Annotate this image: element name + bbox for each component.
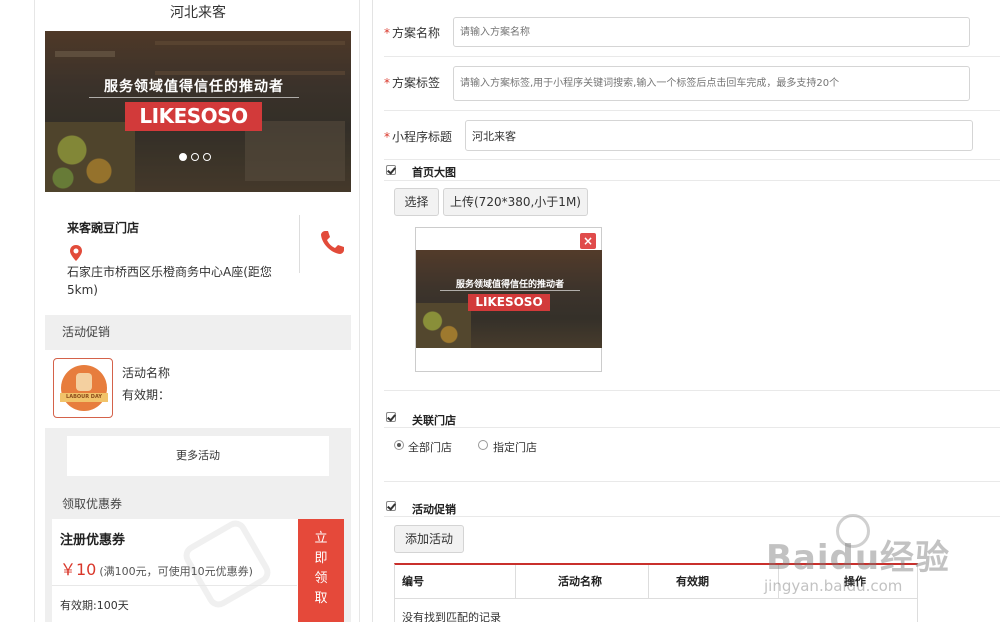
- preview-panel: 河北来客 服务领域值得信任的推动者 LIKESOSO 来客豌豆门店 石家庄市桥西…: [0, 0, 372, 622]
- activity-promo-label: 活动促销: [412, 503, 456, 516]
- promotion-name: 活动名称: [122, 366, 171, 380]
- linked-stores-checkbox[interactable]: [386, 412, 396, 422]
- add-activity-button[interactable]: 添加活动: [394, 525, 464, 553]
- location-pin-icon: [70, 245, 82, 261]
- promotions-header: 活动促销: [45, 315, 351, 350]
- column-header-id[interactable]: 编号: [402, 565, 424, 599]
- banner-slogan: 服务领域值得信任的推动者: [89, 78, 299, 98]
- column-header-validity[interactable]: 有效期: [676, 565, 709, 599]
- labour-day-image: LABOUR DAY: [53, 358, 113, 418]
- remove-image-icon[interactable]: ×: [580, 233, 596, 249]
- table-empty-message: 没有找到匹配的记录: [402, 611, 501, 622]
- carousel-dot[interactable]: [179, 153, 187, 161]
- coupon-validity: 有效期:100天: [60, 599, 129, 612]
- preview-slogan: 服务领域值得信任的推动者: [440, 277, 580, 291]
- coupon-card: 注册优惠券 ￥10 (满100元，可使用10元优惠券) 有效期:100天 立 即 …: [52, 519, 344, 622]
- panel-divider: [372, 0, 373, 622]
- column-header-activity-name[interactable]: 活动名称: [558, 565, 602, 599]
- watermark-url: jingyan.baidu.com: [764, 577, 903, 595]
- coupon-amount-line: ￥10 (满100元，可使用10元优惠券): [60, 556, 253, 580]
- plan-tags-label: * 方案标签: [384, 76, 441, 90]
- specific-stores-label[interactable]: 指定门店: [493, 439, 537, 455]
- claim-coupon-button[interactable]: 立 即 领 取: [298, 519, 344, 622]
- coupon-header: 领取优惠券: [62, 497, 123, 511]
- plan-tags-input[interactable]: [453, 66, 970, 101]
- select-image-button[interactable]: 选择: [394, 188, 439, 216]
- promotion-validity: 有效期：: [122, 388, 171, 402]
- coupon-amount: ￥10: [60, 560, 97, 579]
- baidu-watermark: Baidu经验 jingyan.baidu.com: [760, 510, 1000, 622]
- promotion-item[interactable]: LABOUR DAY 活动名称 有效期：: [45, 350, 351, 428]
- carousel-dot[interactable]: [203, 153, 211, 161]
- divider: [52, 585, 297, 586]
- coupon-section: 领取优惠券 注册优惠券 ￥10 (满100元，可使用10元优惠券) 有效期:100…: [45, 486, 351, 622]
- home-image-label: 首页大图: [412, 166, 456, 179]
- more-activities-button[interactable]: 更多活动: [67, 436, 329, 476]
- plan-name-label: * 方案名称: [384, 26, 441, 40]
- all-stores-label[interactable]: 全部门店: [408, 439, 452, 455]
- plan-name-input[interactable]: [453, 17, 970, 47]
- mini-title-input[interactable]: [465, 120, 973, 151]
- activity-promo-checkbox[interactable]: [386, 501, 396, 511]
- store-address: 石家庄市桥西区乐橙商务中心A座(距您5km): [67, 265, 272, 297]
- watermark-brand: Baidu经验: [766, 538, 951, 578]
- phone-preview: 河北来客 服务领域值得信任的推动者 LIKESOSO 来客豌豆门店 石家庄市桥西…: [34, 0, 360, 622]
- phone-icon[interactable]: [317, 228, 347, 258]
- banner-logo: LIKESOSO: [125, 102, 262, 131]
- linked-stores-label: 关联门店: [412, 414, 456, 427]
- upload-image-button[interactable]: 上传(720*380,小于1M): [443, 188, 588, 216]
- store-card: 来客豌豆门店 石家庄市桥西区乐橙商务中心A座(距您5km): [45, 201, 351, 303]
- home-image-preview: 服务领域值得信任的推动者 LIKESOSO: [415, 227, 602, 372]
- specific-stores-radio[interactable]: [478, 440, 488, 450]
- preview-logo: LIKESOSO: [468, 294, 550, 311]
- mini-title-label: * 小程序标题: [384, 130, 453, 144]
- coupon-title: 注册优惠券: [60, 533, 126, 548]
- preview-banner-image: 服务领域值得信任的推动者 LIKESOSO: [416, 250, 602, 348]
- all-stores-radio[interactable]: [394, 440, 404, 450]
- carousel-indicators[interactable]: [179, 153, 211, 161]
- carousel-dot[interactable]: [191, 153, 199, 161]
- divider: [299, 215, 300, 273]
- more-activities-wrap: 更多活动: [45, 428, 351, 486]
- store-name: 来客豌豆门店: [67, 221, 140, 235]
- banner-carousel[interactable]: 服务领域值得信任的推动者 LIKESOSO: [45, 31, 351, 192]
- preview-title: 河北来客: [170, 5, 226, 21]
- home-image-checkbox[interactable]: [386, 165, 396, 175]
- coupon-condition: (满100元，可使用10元优惠券): [99, 565, 253, 578]
